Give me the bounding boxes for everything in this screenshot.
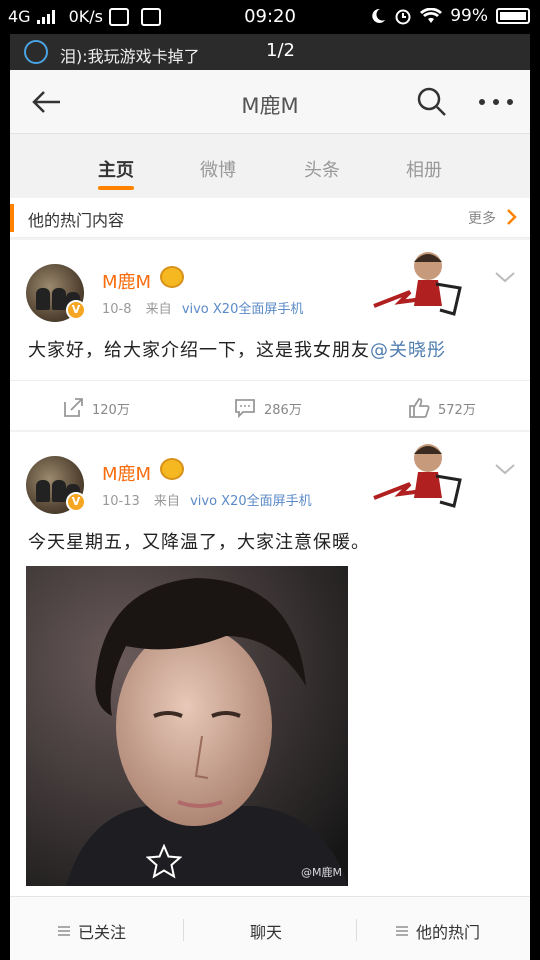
divider <box>183 919 184 941</box>
chevron-down-icon[interactable] <box>494 270 516 284</box>
chat-button[interactable]: 聊天 <box>250 919 282 943</box>
comment-count: 286万 <box>264 402 302 418</box>
tab-home[interactable]: 主页 <box>86 156 146 190</box>
repost-button[interactable]: 120万 <box>62 397 130 419</box>
section-accent-bar <box>10 204 14 232</box>
post-actions: 120万 286万 572万 <box>10 380 530 432</box>
source-prefix: 来自 <box>153 494 180 509</box>
post-source[interactable]: vivo X20全面屏手机 <box>182 302 304 317</box>
wifi-icon <box>420 8 443 23</box>
his-hot-button[interactable]: 他的热门 <box>396 919 480 943</box>
repost-count: 120万 <box>92 402 130 418</box>
chevron-right-icon[interactable] <box>506 208 518 226</box>
post-body: 大家好，给大家介绍一下，这是我女朋友 <box>28 340 370 361</box>
notification-app-icon <box>24 40 48 64</box>
mention-link[interactable]: @关晓彤 <box>370 340 446 361</box>
profile-tabs: 主页 微博 头条 相册 <box>10 134 530 198</box>
his-hot-label: 他的热门 <box>416 923 481 942</box>
post-card[interactable]: V M鹿M 10-8 来自 vivo X20全面屏手机 大家好，给大家介绍一下，… <box>10 240 530 430</box>
crown-badge-icon <box>160 266 184 288</box>
more-link[interactable]: 更多 <box>468 208 496 228</box>
repost-icon <box>64 398 83 417</box>
post-text: 大家好，给大家介绍一下，这是我女朋友@关晓彤 <box>28 336 516 362</box>
card-sticker-image <box>373 252 462 316</box>
tab-album[interactable]: 相册 <box>394 156 454 182</box>
portrait-image <box>26 566 348 886</box>
tab-weibo[interactable]: 微博 <box>188 156 248 182</box>
chevron-down-icon[interactable] <box>494 462 516 476</box>
author-name[interactable]: M鹿M <box>102 268 151 294</box>
source-prefix: 来自 <box>145 302 172 317</box>
card-sticker-image <box>373 444 462 508</box>
hot-content-label: 他的热门内容 <box>28 211 125 230</box>
author-name[interactable]: M鹿M <box>102 460 151 486</box>
alarm-icon <box>395 9 411 25</box>
notification-text: 泪):我玩游戏卡掉了 <box>60 47 200 66</box>
divider <box>356 919 357 941</box>
tab-headlines[interactable]: 头条 <box>292 156 352 182</box>
thumbs-up-icon <box>409 398 430 418</box>
star-icon[interactable] <box>146 844 182 880</box>
followed-button[interactable]: 已关注 <box>58 919 126 943</box>
bottom-action-bar: 已关注 聊天 他的热门 <box>10 896 530 960</box>
like-button[interactable]: 572万 <box>408 397 476 419</box>
chat-label: 聊天 <box>250 923 283 942</box>
post-meta: 10-13 来自 vivo X20全面屏手机 <box>102 490 312 509</box>
search-icon[interactable] <box>416 86 448 118</box>
verified-badge-icon: V <box>66 300 86 320</box>
top-nav: M鹿M <box>10 70 530 134</box>
hot-content-header: 他的热门内容 更多 <box>10 198 530 238</box>
more-options-icon[interactable] <box>478 92 514 112</box>
menu-icon <box>396 926 408 936</box>
app-screen: M鹿M 主页 微博 头条 相册 他的热门内容 更多 V M鹿M 10-8 来自 … <box>10 70 530 960</box>
post-date: 10-8 <box>102 302 132 317</box>
post-meta: 10-8 来自 vivo X20全面屏手机 <box>102 298 303 317</box>
verified-badge-icon: V <box>66 492 86 512</box>
post-date: 10-13 <box>102 494 140 509</box>
notification-page-indicator: 1/2 <box>266 40 295 61</box>
like-count: 572万 <box>438 402 476 418</box>
comment-button[interactable]: 286万 <box>234 397 302 419</box>
battery-percent: 99% <box>450 6 488 26</box>
moon-icon <box>372 8 386 23</box>
followed-label: 已关注 <box>78 923 127 942</box>
photo-watermark: @M鹿M <box>301 866 342 879</box>
post-photo[interactable]: @M鹿M <box>26 566 348 886</box>
comment-icon <box>235 399 255 419</box>
post-source[interactable]: vivo X20全面屏手机 <box>190 494 312 509</box>
post-text: 今天星期五，又降温了，大家注意保暖。 <box>28 532 370 553</box>
battery-icon <box>496 8 530 24</box>
menu-icon <box>58 926 70 936</box>
page-title: M鹿M <box>241 94 299 118</box>
status-bar: 4G 0K/s 09:20 99% <box>0 0 540 34</box>
crown-badge-icon <box>160 458 184 480</box>
notification-banner[interactable]: 泪):我玩游戏卡掉了 1/2 <box>10 34 530 70</box>
